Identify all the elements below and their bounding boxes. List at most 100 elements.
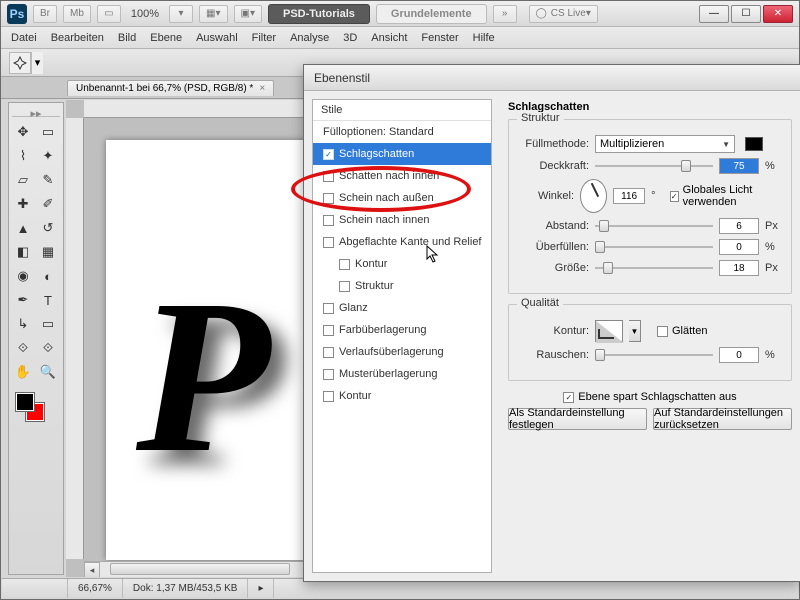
spread-value[interactable]: 0: [719, 239, 759, 255]
style-item-2[interactable]: Schatten nach innen: [313, 165, 491, 187]
menu-bild[interactable]: Bild: [118, 32, 136, 44]
noise-value[interactable]: 0: [719, 347, 759, 363]
menu-ansicht[interactable]: Ansicht: [371, 32, 407, 44]
workspace-tutorials[interactable]: PSD-Tutorials: [268, 4, 370, 24]
dialog-title[interactable]: Ebenenstil: [304, 65, 800, 91]
style-item-9[interactable]: Farbüberlagerung: [313, 319, 491, 341]
menu-ebene[interactable]: Ebene: [150, 32, 182, 44]
zoom-tool-icon[interactable]: 🔍: [37, 361, 59, 383]
screenmode-icon[interactable]: ▣▾: [234, 5, 262, 23]
bridge-icon[interactable]: Br: [33, 5, 57, 23]
eyedropper-tool-icon[interactable]: ✎: [37, 169, 59, 191]
viewmode-icon[interactable]: ▭: [97, 5, 121, 23]
style-item-4[interactable]: Schein nach innen: [313, 209, 491, 231]
blendmode-combo[interactable]: Multiplizieren▼: [595, 135, 735, 153]
status-arrow-icon[interactable]: ▸: [248, 579, 274, 598]
status-docinfo[interactable]: Dok: 1,37 MB/453,5 KB: [123, 579, 249, 598]
move-tool-icon[interactable]: ✥: [12, 121, 34, 143]
angle-dial[interactable]: [580, 179, 607, 213]
current-tool-icon[interactable]: [9, 52, 31, 74]
document-tab[interactable]: Unbenannt-1 bei 66,7% (PSD, RGB/8) * ×: [67, 80, 274, 96]
zoom-dropdown[interactable]: ▾: [169, 5, 193, 23]
dodge-tool-icon[interactable]: ◐: [37, 265, 59, 287]
color-swatches[interactable]: [12, 391, 60, 427]
style-item-12[interactable]: Kontur: [313, 385, 491, 407]
stamp-tool-icon[interactable]: ▲: [12, 217, 34, 239]
style-item-6[interactable]: Kontur: [313, 253, 491, 275]
zoom-level[interactable]: 100%: [127, 8, 163, 20]
make-default-button[interactable]: Als Standardeinstellung festlegen: [508, 408, 647, 430]
crop-tool-icon[interactable]: ▱: [12, 169, 34, 191]
window-close-button[interactable]: ✕: [763, 5, 793, 23]
menu-hilfe[interactable]: Hilfe: [473, 32, 495, 44]
style-item-3[interactable]: Schein nach außen: [313, 187, 491, 209]
style-checkbox[interactable]: [323, 303, 334, 314]
workspace-grundelemente[interactable]: Grundelemente: [376, 4, 487, 24]
workspace-more[interactable]: »: [493, 5, 517, 23]
arrange-icon[interactable]: ▦▾: [199, 5, 227, 23]
scroll-thumb[interactable]: [110, 563, 290, 575]
style-checkbox[interactable]: [323, 237, 334, 248]
ruler-vertical[interactable]: [66, 118, 84, 559]
angle-value[interactable]: 116: [613, 188, 645, 204]
3dcam-tool-icon[interactable]: ⟐: [37, 337, 59, 359]
style-item-11[interactable]: Musterüberlagerung: [313, 363, 491, 385]
window-maximize-button[interactable]: ☐: [731, 5, 761, 23]
menu-bearbeiten[interactable]: Bearbeiten: [51, 32, 104, 44]
style-checkbox[interactable]: [339, 259, 350, 270]
style-checkbox[interactable]: [323, 369, 334, 380]
style-checkbox[interactable]: [323, 325, 334, 336]
heal-tool-icon[interactable]: ✚: [12, 193, 34, 215]
style-checkbox[interactable]: [339, 281, 350, 292]
hand-tool-icon[interactable]: ✋: [12, 361, 34, 383]
history-brush-tool-icon[interactable]: ↺: [37, 217, 59, 239]
close-tab-icon[interactable]: ×: [259, 83, 265, 94]
fg-color-swatch[interactable]: [16, 393, 34, 411]
reset-default-button[interactable]: Auf Standardeinstellungen zurücksetzen: [653, 408, 792, 430]
antialias-checkbox[interactable]: Glätten: [657, 325, 707, 337]
spread-slider[interactable]: [595, 240, 713, 254]
type-tool-icon[interactable]: T: [37, 289, 59, 311]
style-item-1[interactable]: ✓Schlagschatten: [313, 143, 491, 165]
style-item-7[interactable]: Struktur: [313, 275, 491, 297]
status-zoom[interactable]: 66,67%: [68, 579, 123, 598]
tool-preset-dropdown[interactable]: ▾: [31, 52, 43, 74]
style-checkbox[interactable]: ✓: [323, 149, 334, 160]
style-item-8[interactable]: Glanz: [313, 297, 491, 319]
menu-filter[interactable]: Filter: [252, 32, 276, 44]
shape-tool-icon[interactable]: ▭: [37, 313, 59, 335]
marquee-tool-icon[interactable]: ▭: [37, 121, 59, 143]
lasso-tool-icon[interactable]: ⌇: [12, 145, 34, 167]
knockout-checkbox[interactable]: ✓Ebene spart Schlagschatten aus: [563, 391, 736, 403]
pen-tool-icon[interactable]: ✒: [12, 289, 34, 311]
style-item-10[interactable]: Verlaufsüberlagerung: [313, 341, 491, 363]
global-light-checkbox[interactable]: ✓Globales Licht verwenden: [670, 184, 781, 208]
3d-tool-icon[interactable]: ⟐: [12, 337, 34, 359]
contour-picker[interactable]: [595, 320, 623, 342]
eraser-tool-icon[interactable]: ◧: [12, 241, 34, 263]
style-item-5[interactable]: Abgeflachte Kante und Relief: [313, 231, 491, 253]
menu-analyse[interactable]: Analyse: [290, 32, 329, 44]
path-tool-icon[interactable]: ↳: [12, 313, 34, 335]
style-checkbox[interactable]: [323, 347, 334, 358]
size-value[interactable]: 18: [719, 260, 759, 276]
style-item-0[interactable]: Fülloptionen: Standard: [313, 121, 491, 143]
menu-3d[interactable]: 3D: [343, 32, 357, 44]
style-checkbox[interactable]: [323, 215, 334, 226]
style-checkbox[interactable]: [323, 391, 334, 402]
style-checkbox[interactable]: [323, 171, 334, 182]
distance-value[interactable]: 6: [719, 218, 759, 234]
opacity-slider[interactable]: [595, 159, 713, 173]
style-checkbox[interactable]: [323, 193, 334, 204]
menu-fenster[interactable]: Fenster: [421, 32, 458, 44]
noise-slider[interactable]: [595, 348, 713, 362]
minibridge-icon[interactable]: Mb: [63, 5, 91, 23]
window-minimize-button[interactable]: —: [699, 5, 729, 23]
opacity-value[interactable]: 75: [719, 158, 759, 174]
wand-tool-icon[interactable]: ✦: [37, 145, 59, 167]
size-slider[interactable]: [595, 261, 713, 275]
menu-auswahl[interactable]: Auswahl: [196, 32, 238, 44]
scroll-left-button[interactable]: ◂: [84, 562, 100, 577]
gradient-tool-icon[interactable]: ▦: [37, 241, 59, 263]
menu-datei[interactable]: Datei: [11, 32, 37, 44]
